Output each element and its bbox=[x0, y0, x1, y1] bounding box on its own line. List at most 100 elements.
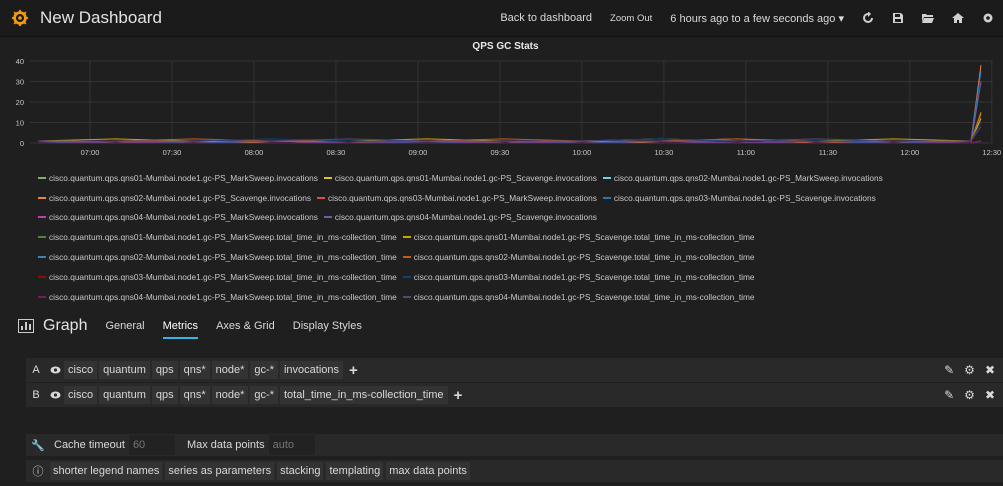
legend-item[interactable]: cisco.quantum.qps.qns04-Mumbai.node1.gc-… bbox=[402, 292, 755, 302]
metric-segment[interactable]: total_time_in_ms-collection_time bbox=[279, 386, 448, 404]
folder-open-icon[interactable] bbox=[918, 8, 938, 28]
remove-close-icon[interactable]: ✖ bbox=[985, 388, 995, 402]
help-stacking[interactable]: stacking bbox=[277, 462, 324, 480]
help-series-as-parameters[interactable]: series as parameters bbox=[165, 462, 275, 480]
legend-item[interactable]: cisco.quantum.qps.qns04-Mumbai.node1.gc-… bbox=[38, 212, 318, 222]
tab-general[interactable]: General bbox=[105, 320, 144, 332]
eye-icon[interactable] bbox=[46, 366, 64, 374]
x-tick-label: 11:00 bbox=[737, 148, 755, 157]
legend-row: cisco.quantum.qps.qns01-Mumbai.node1.gc-… bbox=[38, 227, 998, 247]
legend-swatch bbox=[38, 196, 46, 199]
y-tick-label: 40 bbox=[16, 57, 24, 66]
qps-gc-chart[interactable]: 0 10 20 30 40 07:00 07:30 08:00 08:30 09:00 09:30 1… bbox=[8, 38, 1003, 168]
eye-icon[interactable] bbox=[46, 391, 64, 399]
x-tick-label: 08:30 bbox=[327, 148, 346, 157]
edit-pencil-icon[interactable]: ✎ bbox=[944, 388, 954, 402]
info-icon: ⓘ bbox=[32, 466, 44, 478]
metric-segment[interactable]: gc-* bbox=[250, 361, 278, 379]
legend-item[interactable]: cisco.quantum.qps.qns03-Mumbai.node1.gc-… bbox=[402, 271, 755, 282]
legend-item[interactable]: cisco.quantum.qps.qns01-Mumbai.node1.gc-… bbox=[38, 173, 318, 183]
legend-item[interactable]: cisco.quantum.qps.qns01-Mumbai.node1.gc-… bbox=[402, 232, 755, 243]
help-max-data-points[interactable]: max data points bbox=[386, 462, 470, 480]
legend-label: cisco.quantum.qps.qns03-Mumbai.node1.gc-… bbox=[613, 192, 876, 203]
help-templating[interactable]: templating bbox=[326, 462, 384, 480]
settings-gear-icon[interactable]: ⚙ bbox=[964, 363, 975, 377]
metric-segment[interactable]: cisco bbox=[64, 386, 98, 404]
metric-segment[interactable]: cisco bbox=[64, 361, 98, 379]
legend-label: cisco.quantum.qps.qns04-Mumbai.node1.gc-… bbox=[49, 212, 318, 223]
metric-segment[interactable]: quantum bbox=[99, 386, 150, 404]
legend-label: cisco.quantum.qps.qns01-Mumbai.node1.gc-… bbox=[413, 232, 755, 243]
zoom-out-button[interactable]: Zoom Out bbox=[610, 13, 652, 24]
legend-label: cisco.quantum.qps.qns03-Mumbai.node1.gc-… bbox=[413, 271, 755, 282]
legend-row: cisco.quantum.qps.qns04-Mumbai.node1.gc-… bbox=[38, 208, 998, 228]
add-segment-plus-icon[interactable]: + bbox=[454, 387, 463, 404]
metric-segment[interactable]: invocations bbox=[279, 361, 344, 379]
save-icon[interactable] bbox=[888, 8, 908, 28]
metric-segment[interactable]: quantum bbox=[99, 361, 150, 379]
query-letter[interactable]: A bbox=[26, 364, 46, 376]
query-row-a: A cisco quantum qps qns* node* gc-* invo… bbox=[26, 358, 1003, 382]
edit-pencil-icon[interactable]: ✎ bbox=[944, 363, 954, 377]
x-tick-label: 12:00 bbox=[900, 148, 919, 157]
x-tick-label: 08:00 bbox=[245, 148, 264, 157]
legend-row: cisco.quantum.qps.qns04-Mumbai.node1.gc-… bbox=[38, 287, 998, 307]
legend-swatch bbox=[402, 275, 411, 278]
legend-item[interactable]: cisco.quantum.qps.qns04-Mumbai.node1.gc-… bbox=[38, 292, 397, 302]
legend-label: cisco.quantum.qps.qns04-Mumbai.node1.gc-… bbox=[334, 212, 597, 223]
add-segment-plus-icon[interactable]: + bbox=[349, 362, 358, 379]
metric-segment[interactable]: qps bbox=[151, 386, 178, 404]
settings-gear-icon[interactable] bbox=[978, 8, 998, 28]
legend-item[interactable]: cisco.quantum.qps.qns02-Mumbai.node1.gc-… bbox=[402, 252, 755, 262]
legend-row: cisco.quantum.qps.qns02-Mumbai.node1.gc-… bbox=[38, 247, 998, 267]
x-tick-label: 12:30 bbox=[982, 148, 1001, 157]
legend-item[interactable]: cisco.quantum.qps.qns01-Mumbai.node1.gc-… bbox=[38, 232, 397, 242]
metric-segment[interactable]: qns* bbox=[179, 386, 210, 404]
legend-label: cisco.quantum.qps.qns02-Mumbai.node1.gc-… bbox=[613, 172, 883, 183]
legend-item[interactable]: cisco.quantum.qps.qns02-Mumbai.node1.gc-… bbox=[38, 193, 311, 203]
grafana-logo-icon[interactable] bbox=[0, 0, 40, 36]
legend-swatch bbox=[316, 196, 325, 199]
legend-item[interactable]: cisco.quantum.qps.qns04-Mumbai.node1.gc-… bbox=[323, 212, 597, 223]
settings-gear-icon[interactable]: ⚙ bbox=[964, 388, 975, 402]
x-tick-label: 09:30 bbox=[491, 148, 510, 157]
metric-segment[interactable]: qps bbox=[151, 361, 178, 379]
legend-row: cisco.quantum.qps.qns03-Mumbai.node1.gc-… bbox=[38, 267, 998, 287]
back-to-dashboard-link[interactable]: Back to dashboard bbox=[500, 12, 592, 24]
dashboard-title[interactable]: New Dashboard bbox=[40, 8, 162, 28]
x-tick-label: 07:00 bbox=[81, 148, 100, 157]
legend-label: cisco.quantum.qps.qns01-Mumbai.node1.gc-… bbox=[334, 172, 597, 183]
tab-display-styles[interactable]: Display Styles bbox=[293, 320, 362, 332]
query-letter[interactable]: B bbox=[26, 389, 46, 401]
tab-metrics[interactable]: Metrics bbox=[162, 320, 199, 339]
cache-timeout-input[interactable] bbox=[128, 435, 175, 455]
legend-item[interactable]: cisco.quantum.qps.qns02-Mumbai.node1.gc-… bbox=[602, 172, 883, 183]
legend-item[interactable]: cisco.quantum.qps.qns03-Mumbai.node1.gc-… bbox=[38, 272, 397, 282]
legend-swatch bbox=[402, 256, 411, 259]
remove-close-icon[interactable]: ✖ bbox=[985, 363, 995, 377]
legend-row: cisco.quantum.qps.qns01-Mumbai.node1.gc-… bbox=[38, 168, 998, 188]
metric-segment[interactable]: gc-* bbox=[250, 386, 278, 404]
metric-segment[interactable]: node* bbox=[211, 361, 249, 379]
max-data-points-input[interactable] bbox=[268, 435, 315, 455]
series-line bbox=[38, 114, 982, 142]
metric-segment[interactable]: node* bbox=[211, 386, 249, 404]
legend-item[interactable]: cisco.quantum.qps.qns02-Mumbai.node1.gc-… bbox=[38, 252, 397, 262]
metric-segment[interactable]: qns* bbox=[179, 361, 210, 379]
legend-label: cisco.quantum.qps.qns02-Mumbai.node1.gc-… bbox=[49, 252, 397, 263]
x-tick-label: 10:30 bbox=[654, 148, 673, 157]
refresh-icon[interactable] bbox=[858, 8, 878, 28]
tab-axes-grid[interactable]: Axes & Grid bbox=[216, 320, 275, 332]
legend-swatch bbox=[323, 176, 332, 179]
legend-item[interactable]: cisco.quantum.qps.qns03-Mumbai.node1.gc-… bbox=[602, 192, 876, 203]
time-range-picker[interactable]: 6 hours ago to a few seconds ago ▾ bbox=[670, 12, 844, 25]
max-data-points-label: Max data points bbox=[186, 439, 265, 451]
home-icon[interactable] bbox=[948, 8, 968, 28]
help-shorter-legend-names[interactable]: shorter legend names bbox=[50, 462, 163, 480]
series-line bbox=[38, 65, 982, 144]
legend-item[interactable]: cisco.quantum.qps.qns01-Mumbai.node1.gc-… bbox=[323, 172, 597, 183]
legend-item[interactable]: cisco.quantum.qps.qns03-Mumbai.node1.gc-… bbox=[316, 193, 597, 203]
y-tick-label: 20 bbox=[16, 98, 24, 107]
graph-panel-icon bbox=[18, 319, 34, 333]
y-tick-label: 10 bbox=[16, 119, 24, 128]
